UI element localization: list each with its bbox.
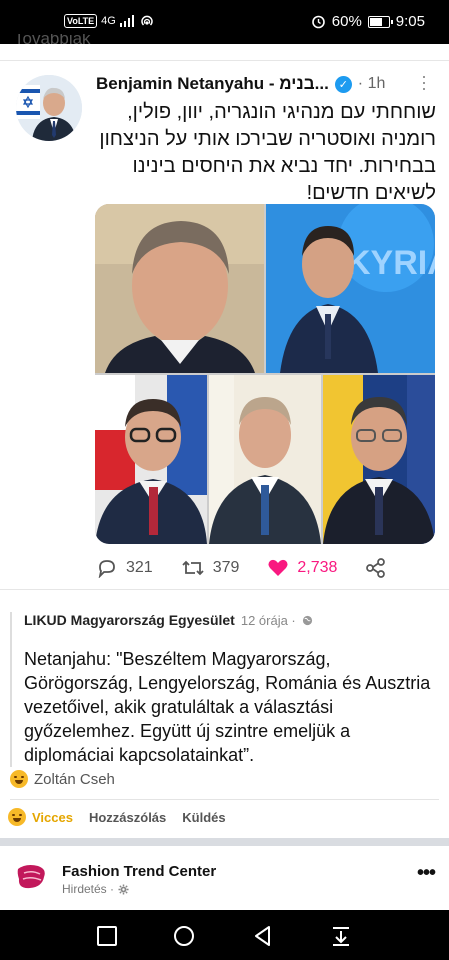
status-right: 60% 9:05 bbox=[311, 13, 425, 30]
hotspot-icon bbox=[141, 15, 153, 26]
volte-badge: VoLTE bbox=[64, 14, 98, 28]
sponsored-text: Hirdetés · bbox=[62, 882, 115, 896]
back-button[interactable] bbox=[252, 925, 274, 947]
post-action-bar: Vicces Hozzászólás Küldés bbox=[8, 808, 226, 826]
author-name[interactable]: Benjamin Netanyahu - בנימ... bbox=[96, 74, 329, 94]
comment-button[interactable]: Hozzászólás bbox=[89, 810, 166, 825]
retweet-count: 379 bbox=[212, 559, 240, 576]
haha-reaction-icon bbox=[10, 770, 28, 788]
like-button[interactable]: 2,738 bbox=[267, 558, 337, 578]
reaction-summary[interactable]: Zoltán Cseh bbox=[10, 770, 115, 788]
like-count: 2,738 bbox=[297, 559, 338, 576]
globe-icon bbox=[302, 615, 312, 625]
avatar[interactable] bbox=[16, 75, 82, 141]
advertiser-logo[interactable] bbox=[16, 863, 48, 891]
battery-icon bbox=[367, 15, 393, 28]
reply-count: 321 bbox=[126, 559, 153, 576]
tweet-text: שוחחתי עם מנהיגי הונגריה, יוון, פולין, ר… bbox=[99, 101, 436, 204]
notification-pulldown-button[interactable] bbox=[330, 925, 352, 947]
more-options-icon[interactable]: · · · bbox=[421, 67, 427, 97]
photo-leader-2[interactable]: KYRIA bbox=[266, 204, 435, 373]
tweet-photo-grid[interactable]: KYRIA bbox=[95, 204, 435, 544]
photo-leader-1[interactable] bbox=[95, 204, 264, 373]
ad-more-options-icon[interactable]: ••• bbox=[417, 862, 436, 885]
network-indicators: VoLTE 4G bbox=[64, 14, 154, 28]
retweet-button[interactable]: 379 bbox=[181, 558, 240, 578]
recent-apps-button[interactable] bbox=[96, 925, 118, 947]
tweet-author[interactable]: Benjamin Netanyahu - בנימ... ✓ · 1h bbox=[96, 74, 385, 94]
photo-leader-5[interactable] bbox=[323, 375, 435, 544]
home-button[interactable] bbox=[173, 925, 195, 947]
advertiser-name[interactable]: Fashion Trend Center bbox=[62, 863, 216, 880]
send-button[interactable]: Küldés bbox=[182, 810, 225, 825]
clock: 9:05 bbox=[395, 13, 425, 30]
share-button[interactable] bbox=[365, 557, 387, 579]
system-nav-bar bbox=[0, 910, 449, 960]
battery-percent: 60% bbox=[331, 13, 362, 30]
haha-emoji-icon bbox=[8, 808, 26, 826]
sponsored-label: Hirdetés · bbox=[62, 882, 129, 896]
reaction-label: Vicces bbox=[32, 809, 73, 825]
shared-post-header: LIKUD Magyarország Egyesület 12 órája · bbox=[24, 612, 438, 628]
see-more-link-cut[interactable]: Tovabbiak bbox=[14, 34, 91, 46]
gear-icon bbox=[118, 883, 129, 895]
signal-icon bbox=[119, 15, 134, 27]
share-icon bbox=[366, 558, 386, 578]
reactor-name: Zoltán Cseh bbox=[34, 770, 115, 788]
tweet-time: · 1h bbox=[357, 75, 386, 92]
shared-post-time: 12 órája · bbox=[240, 612, 296, 628]
divider bbox=[10, 799, 439, 800]
embedded-tweet[interactable]: Benjamin Netanyahu - בנימ... ✓ · 1h · · · … bbox=[0, 60, 449, 590]
feed-separator bbox=[0, 838, 449, 846]
send-label: Küldés bbox=[182, 809, 226, 825]
alarm-icon bbox=[311, 15, 325, 29]
photo-leader-3[interactable] bbox=[95, 375, 207, 544]
reply-icon bbox=[98, 560, 115, 578]
network-type: 4G bbox=[101, 15, 116, 27]
comment-label: Hozzászólás bbox=[88, 809, 167, 825]
retweet-icon bbox=[182, 560, 204, 576]
photo-leader-4[interactable] bbox=[209, 375, 321, 544]
tweet-actions: 321 379 2,738 bbox=[96, 555, 396, 581]
verified-badge-icon: ✓ bbox=[334, 75, 352, 93]
reply-button[interactable]: 321 bbox=[96, 558, 153, 578]
shared-post-text: Netanjahu: "Beszéltem Magyarország, Görö… bbox=[24, 649, 431, 765]
svg-text:KYRIA: KYRIA bbox=[346, 244, 435, 282]
reaction-button[interactable]: Vicces bbox=[8, 808, 73, 826]
shared-page-name[interactable]: LIKUD Magyarország Egyesület bbox=[24, 612, 235, 628]
heart-icon bbox=[268, 559, 288, 576]
shared-post[interactable]: LIKUD Magyarország Egyesület 12 órája · … bbox=[10, 612, 438, 767]
